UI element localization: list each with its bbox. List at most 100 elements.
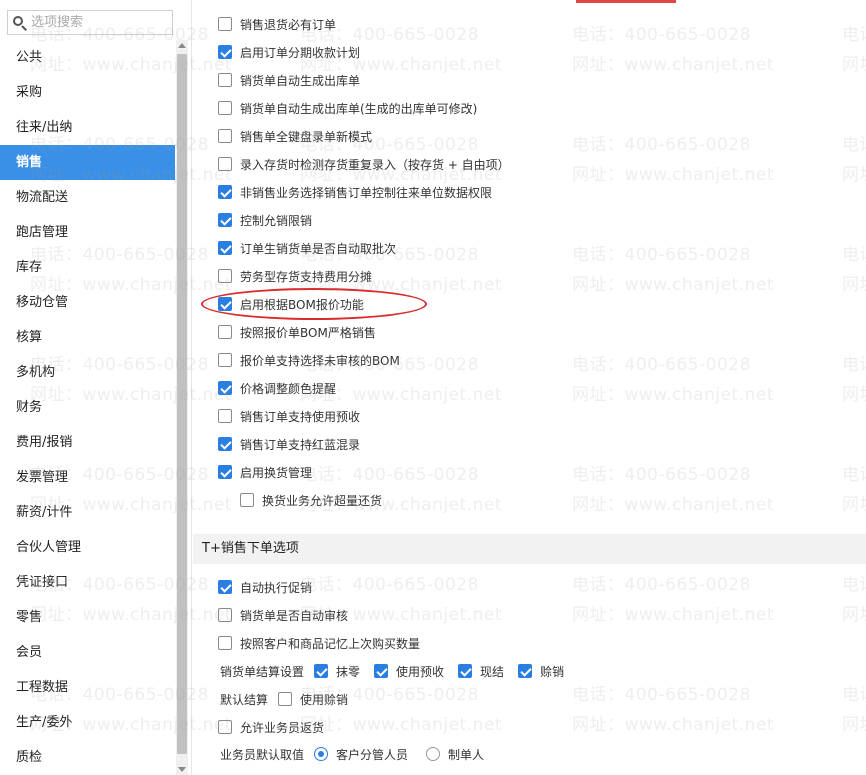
- option-label: 换货业务允许超量还货: [262, 493, 383, 508]
- sidebar-item[interactable]: 零售: [0, 600, 175, 635]
- option-label: 录入存货时检测存货重复录入（按存货 + 自由项）: [240, 157, 510, 172]
- settlement-option-label: 使用预收: [396, 664, 445, 679]
- option-label: 非销售业务选择销售订单控制往来单位数据权限: [240, 185, 493, 200]
- sidebar-item[interactable]: 核算: [0, 320, 175, 355]
- option-label: 控制允销限销: [240, 213, 313, 228]
- sidebar-item[interactable]: 物流配送: [0, 180, 175, 215]
- sidebar-item[interactable]: 生产/委外: [0, 705, 175, 740]
- sidebar-item[interactable]: 销售: [0, 145, 175, 180]
- options-sidebar: 公共采购往来/出纳销售物流配送跑店管理库存移动仓管核算多机构财务费用/报销发票管…: [0, 0, 192, 775]
- salesman-default-row: 业务员默认取值 客户分管人员 制单人: [220, 744, 502, 764]
- section-option-checkbox[interactable]: [218, 608, 232, 622]
- section-option-label: 按照客户和商品记忆上次购买数量: [240, 636, 421, 651]
- use-credit-checkbox[interactable]: [278, 692, 293, 706]
- option-checkbox[interactable]: [218, 157, 232, 171]
- option-row: 录入存货时检测存货重复录入（按存货 + 自由项）: [218, 154, 510, 174]
- option-row: 启用订单分期收款计划: [218, 42, 360, 62]
- sidebar-item[interactable]: 往来/出纳: [0, 110, 175, 145]
- option-checkbox[interactable]: [218, 465, 232, 479]
- sidebar-item[interactable]: 工程数据: [0, 670, 175, 705]
- option-checkbox[interactable]: [218, 381, 232, 395]
- option-search-box[interactable]: [7, 10, 173, 35]
- option-checkbox[interactable]: [240, 493, 254, 507]
- search-icon: [13, 15, 27, 31]
- allow-return-checkbox[interactable]: [218, 720, 232, 734]
- option-row: 销售订单支持使用预收: [218, 406, 360, 426]
- section-option-checkbox[interactable]: [218, 636, 232, 650]
- sidebar-item[interactable]: 会员: [0, 635, 175, 670]
- use-credit-label: 使用赊销: [300, 692, 349, 707]
- option-search-input[interactable]: [31, 15, 161, 30]
- option-checkbox[interactable]: [218, 409, 232, 423]
- section-option-checkbox[interactable]: [218, 580, 232, 594]
- option-row: 订单生销货单是否自动取批次: [218, 238, 396, 258]
- option-label: 启用根据BOM报价功能: [240, 297, 364, 312]
- option-label: 销售订单支持红蓝混录: [240, 437, 361, 452]
- salesman-default-label: 业务员默认取值: [220, 747, 305, 762]
- scroll-down-arrow-icon[interactable]: [178, 767, 186, 772]
- option-row: 销货单自动生成出库单(生成的出库单可修改): [218, 98, 477, 118]
- option-label: 销售退货必有订单: [240, 17, 337, 32]
- settlement-checkbox[interactable]: [458, 664, 473, 678]
- option-checkbox[interactable]: [218, 73, 232, 87]
- option-checkbox[interactable]: [218, 241, 232, 255]
- sidebar-item[interactable]: 质检: [0, 740, 175, 775]
- sidebar-item[interactable]: 费用/报销: [0, 425, 175, 460]
- option-row: 劳务型存货支持费用分摊: [218, 266, 372, 286]
- category-nav: 公共 采购 往来/出纳 销售 物流配送 跑店管理 库存 移动仓管 核算 多机构 财务 费用/报销 发票管…: [0, 40, 175, 775]
- settlement-checkbox[interactable]: [374, 664, 389, 678]
- sidebar-item[interactable]: 库存: [0, 250, 175, 285]
- sidebar-item[interactable]: 移动仓管: [0, 285, 175, 320]
- sidebar-item[interactable]: 发票管理: [0, 460, 175, 495]
- sidebar-item[interactable]: 公共: [0, 40, 175, 75]
- option-checkbox[interactable]: [218, 353, 232, 367]
- section-option-label: 自动执行促销: [240, 580, 313, 595]
- sidebar-item[interactable]: 采购: [0, 75, 175, 110]
- sidebar-scrollbar[interactable]: [176, 40, 188, 775]
- salesman-radio[interactable]: [314, 747, 329, 761]
- scroll-up-arrow-icon[interactable]: [178, 43, 186, 48]
- option-row: 启用换货管理: [218, 462, 312, 482]
- option-row: 销售退货必有订单: [218, 14, 336, 34]
- settlement-label: 销货单结算设置: [220, 664, 305, 679]
- option-label: 订单生销货单是否自动取批次: [240, 241, 397, 256]
- section-header: T+销售下单选项: [193, 534, 866, 564]
- scroll-thumb[interactable]: [177, 54, 187, 754]
- option-row: 价格调整颜色提醒: [218, 378, 336, 398]
- allow-return-row: 允许业务员返货: [218, 717, 324, 737]
- section-option-row: 销货单是否自动审核: [218, 605, 348, 625]
- option-checkbox[interactable]: [218, 129, 232, 143]
- sidebar-item[interactable]: 凭证接口: [0, 565, 175, 600]
- sidebar-item[interactable]: 合伙人管理: [0, 530, 175, 565]
- option-label: 劳务型存货支持费用分摊: [240, 269, 373, 284]
- option-label: 销售单全键盘录单新模式: [240, 129, 373, 144]
- option-checkbox[interactable]: [218, 437, 232, 451]
- option-checkbox[interactable]: [218, 45, 232, 59]
- settlement-checkbox[interactable]: [518, 664, 533, 678]
- option-label: 销货单自动生成出库单(生成的出库单可修改): [240, 101, 478, 116]
- option-label: 销货单自动生成出库单: [240, 73, 361, 88]
- option-checkbox[interactable]: [218, 297, 232, 311]
- active-tab-indicator: [576, 0, 676, 3]
- settlement-option-label: 抹零: [336, 664, 361, 679]
- option-checkbox[interactable]: [218, 17, 232, 31]
- option-checkbox[interactable]: [218, 185, 232, 199]
- section-option-label: 销货单是否自动审核: [240, 608, 349, 623]
- sidebar-item[interactable]: 薪资/计件: [0, 495, 175, 530]
- option-checkbox[interactable]: [218, 213, 232, 227]
- salesman-radio-label: 客户分管人员: [336, 747, 409, 762]
- salesman-radio[interactable]: [426, 747, 441, 761]
- salesman-radio-label: 制单人: [448, 747, 485, 762]
- option-checkbox[interactable]: [218, 325, 232, 339]
- settlement-checkbox[interactable]: [314, 664, 329, 678]
- option-checkbox[interactable]: [218, 269, 232, 283]
- section-option-row: 自动执行促销: [218, 577, 312, 597]
- option-label: 启用换货管理: [240, 465, 313, 480]
- option-row: 启用根据BOM报价功能: [218, 294, 364, 314]
- sidebar-item[interactable]: 财务: [0, 390, 175, 425]
- sidebar-item[interactable]: 多机构: [0, 355, 175, 390]
- option-checkbox[interactable]: [218, 101, 232, 115]
- option-label: 按照报价单BOM严格销售: [240, 325, 376, 340]
- settlement-option-label: 赊销: [540, 664, 565, 679]
- sidebar-item[interactable]: 跑店管理: [0, 215, 175, 250]
